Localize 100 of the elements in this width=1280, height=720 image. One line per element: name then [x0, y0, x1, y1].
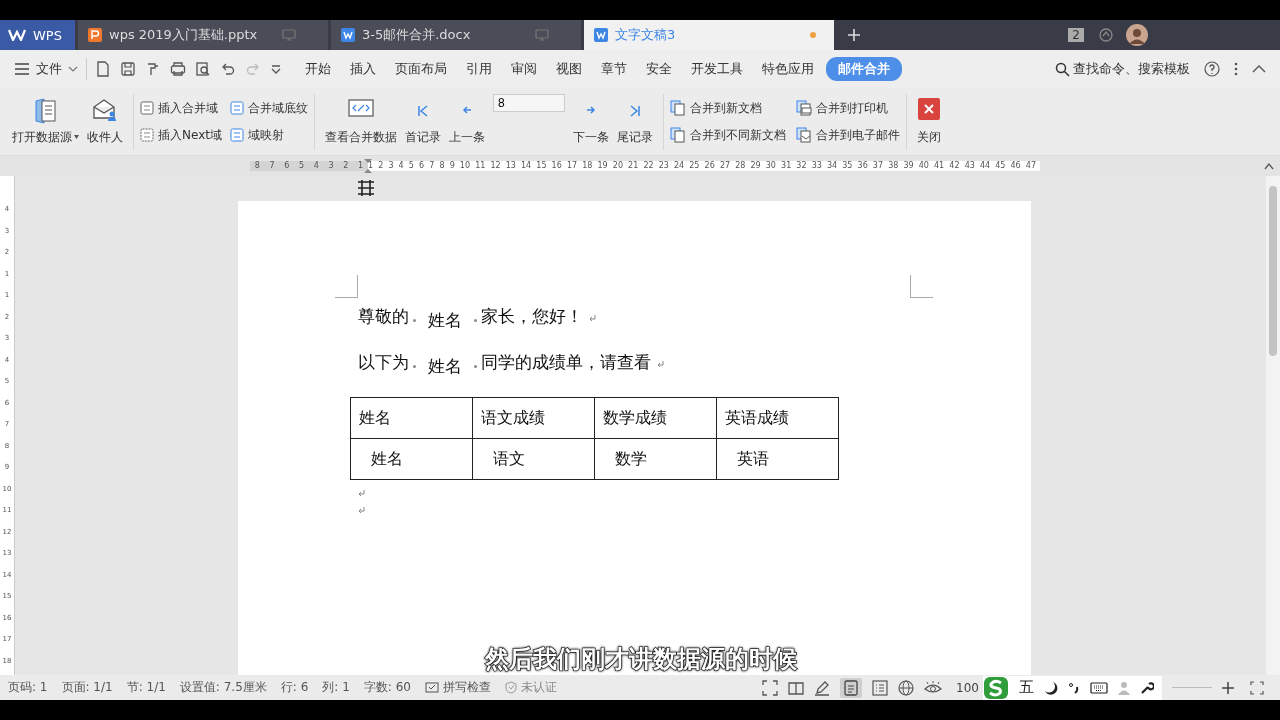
next-record-button[interactable]: 下一条 — [568, 97, 613, 146]
merge-command-button[interactable]: 合并到不同新文档 — [669, 126, 786, 144]
ruler-number: 31 — [781, 162, 792, 170]
help-icon[interactable] — [1204, 61, 1220, 77]
ruler-number: 24 — [674, 162, 685, 170]
field-command-button[interactable]: 域映射 — [229, 126, 308, 144]
open-data-source-button[interactable]: 打开数据源 — [8, 97, 83, 146]
ribbon-tab[interactable]: 章节 — [594, 57, 634, 81]
recipients-button[interactable]: 收件人 — [83, 97, 127, 146]
eye-icon[interactable] — [924, 680, 943, 695]
field-command-button[interactable]: 插入Next域 — [140, 126, 222, 144]
ribbon-tab[interactable]: 开始 — [298, 57, 338, 81]
merge-field[interactable]: 姓名 — [409, 309, 481, 332]
ruler-number: 23 — [658, 162, 669, 170]
arrow-left-icon — [460, 103, 473, 116]
punctuation-icon[interactable] — [1068, 681, 1080, 694]
ruler-number: 13 — [505, 162, 516, 170]
fullscreen-icon[interactable] — [762, 679, 779, 696]
ruler-number: 36 — [857, 162, 868, 170]
ruler-number: 11 — [475, 162, 486, 170]
pen-icon[interactable] — [814, 679, 831, 696]
writer-file-icon — [341, 28, 355, 42]
record-number-field[interactable]: 8 — [492, 94, 565, 112]
ruler-number: 19 — [597, 162, 608, 170]
vertical-scrollbar[interactable] — [1266, 176, 1280, 675]
dropdown-caret-icon — [74, 135, 79, 139]
field-icon — [140, 128, 154, 142]
table-cell: 英语 — [716, 438, 839, 480]
indent-marker-icon[interactable] — [364, 159, 372, 173]
ruler-number: 27 — [719, 162, 731, 170]
ribbon-tab[interactable]: 引用 — [459, 57, 499, 81]
undo-icon[interactable] — [220, 61, 236, 77]
merge-field[interactable]: 姓名 — [409, 355, 481, 378]
scroll-thumb[interactable] — [1269, 186, 1277, 356]
table-cell: 语文 — [472, 438, 595, 480]
ruler-number: 20 — [612, 162, 623, 170]
ruler-number: 3 — [388, 162, 394, 170]
file-menu[interactable]: 文件 — [14, 60, 78, 78]
table-header-cell: 英语成绩 — [716, 397, 839, 439]
table-move-icon[interactable] — [357, 180, 375, 196]
table-header-cell: 姓名 — [350, 397, 473, 439]
avatar-icon[interactable] — [1126, 24, 1148, 46]
document-tab[interactable]: wps 2019入门基础.pptx — [78, 20, 328, 50]
paragraph-mark-icon — [358, 490, 365, 497]
first-record-button[interactable]: 首记录 — [400, 97, 445, 146]
previous-record-button[interactable]: 上一条 — [444, 97, 489, 146]
ruler-number: 30 — [765, 162, 776, 170]
merge-command-button[interactable]: 合并到电子邮件 — [795, 126, 900, 144]
input-method-logo-icon[interactable] — [983, 675, 1009, 700]
paragraph-mark-icon — [358, 507, 365, 514]
merge-command-button[interactable]: 合并到打印机 — [795, 99, 900, 117]
status-text: 行: 6 — [280, 679, 309, 696]
print-icon[interactable] — [170, 61, 186, 77]
spell-check-button[interactable]: 拼写检查 — [424, 679, 491, 696]
keyboard-icon[interactable] — [1090, 681, 1108, 694]
print-preview-icon[interactable] — [195, 61, 211, 77]
tab-label: WPS — [33, 27, 62, 43]
window-count[interactable]: 2 — [1068, 28, 1084, 42]
globe-icon[interactable] — [898, 679, 915, 696]
tab-label: 3-5邮件合并.docx — [362, 26, 471, 44]
save-icon[interactable] — [120, 61, 136, 77]
scroll-up-icon[interactable] — [1264, 162, 1274, 170]
last-record-button[interactable]: 尾记录 — [612, 97, 657, 146]
input-mode-button[interactable]: 五 — [1019, 678, 1034, 697]
ruler-number: 18 — [582, 162, 593, 170]
ruler-number: 34 — [826, 162, 838, 170]
ribbon-tab[interactable]: 开发工具 — [684, 57, 750, 81]
zoom-level[interactable]: 100 — [956, 680, 979, 695]
ribbon-tab[interactable]: 安全 — [639, 57, 679, 81]
document-tab[interactable]: 3-5邮件合并.docx — [331, 20, 581, 50]
moon-icon[interactable] — [1044, 680, 1058, 695]
ribbon-tab[interactable]: 特色应用 — [755, 57, 821, 81]
merge-command-button[interactable]: 合并到新文档 — [669, 99, 786, 117]
new-tab-icon[interactable] — [847, 28, 861, 42]
close-icon — [917, 97, 940, 120]
ruler-number: 6 — [284, 162, 290, 170]
ruler-number: 5 — [408, 162, 414, 170]
collapse-icon[interactable] — [1252, 65, 1266, 73]
ribbon-tab[interactable]: 页面布局 — [388, 57, 454, 81]
page-view-button[interactable] — [840, 677, 863, 698]
document-tab[interactable]: WPS — [0, 20, 75, 50]
more-icon[interactable] — [1234, 62, 1238, 76]
documents-icon — [669, 100, 686, 116]
book-icon[interactable] — [788, 679, 805, 696]
field-command-button[interactable]: 合并域底纹 — [229, 99, 308, 117]
fit-screen-icon[interactable] — [1250, 680, 1264, 695]
ribbon-tab[interactable]: 视图 — [549, 57, 589, 81]
close-merge-button[interactable]: 关闭 — [912, 97, 945, 146]
ribbon-tab[interactable]: 插入 — [343, 57, 383, 81]
outline-icon[interactable] — [872, 679, 889, 696]
ruler-number: 6 — [419, 162, 425, 170]
ruler-number: 41 — [934, 162, 945, 170]
table-header-cell: 数学成绩 — [594, 397, 717, 439]
new-document-icon[interactable] — [95, 61, 111, 77]
ruler-number: 43 — [964, 162, 975, 170]
view-merged-data-button[interactable]: 查看合并数据 — [320, 97, 401, 146]
field-command-button[interactable]: 插入合并域 — [140, 99, 222, 117]
ribbon-tab[interactable]: 审阅 — [504, 57, 544, 81]
customize-icon[interactable] — [270, 64, 282, 74]
zoom-in-icon[interactable] — [1222, 681, 1234, 694]
